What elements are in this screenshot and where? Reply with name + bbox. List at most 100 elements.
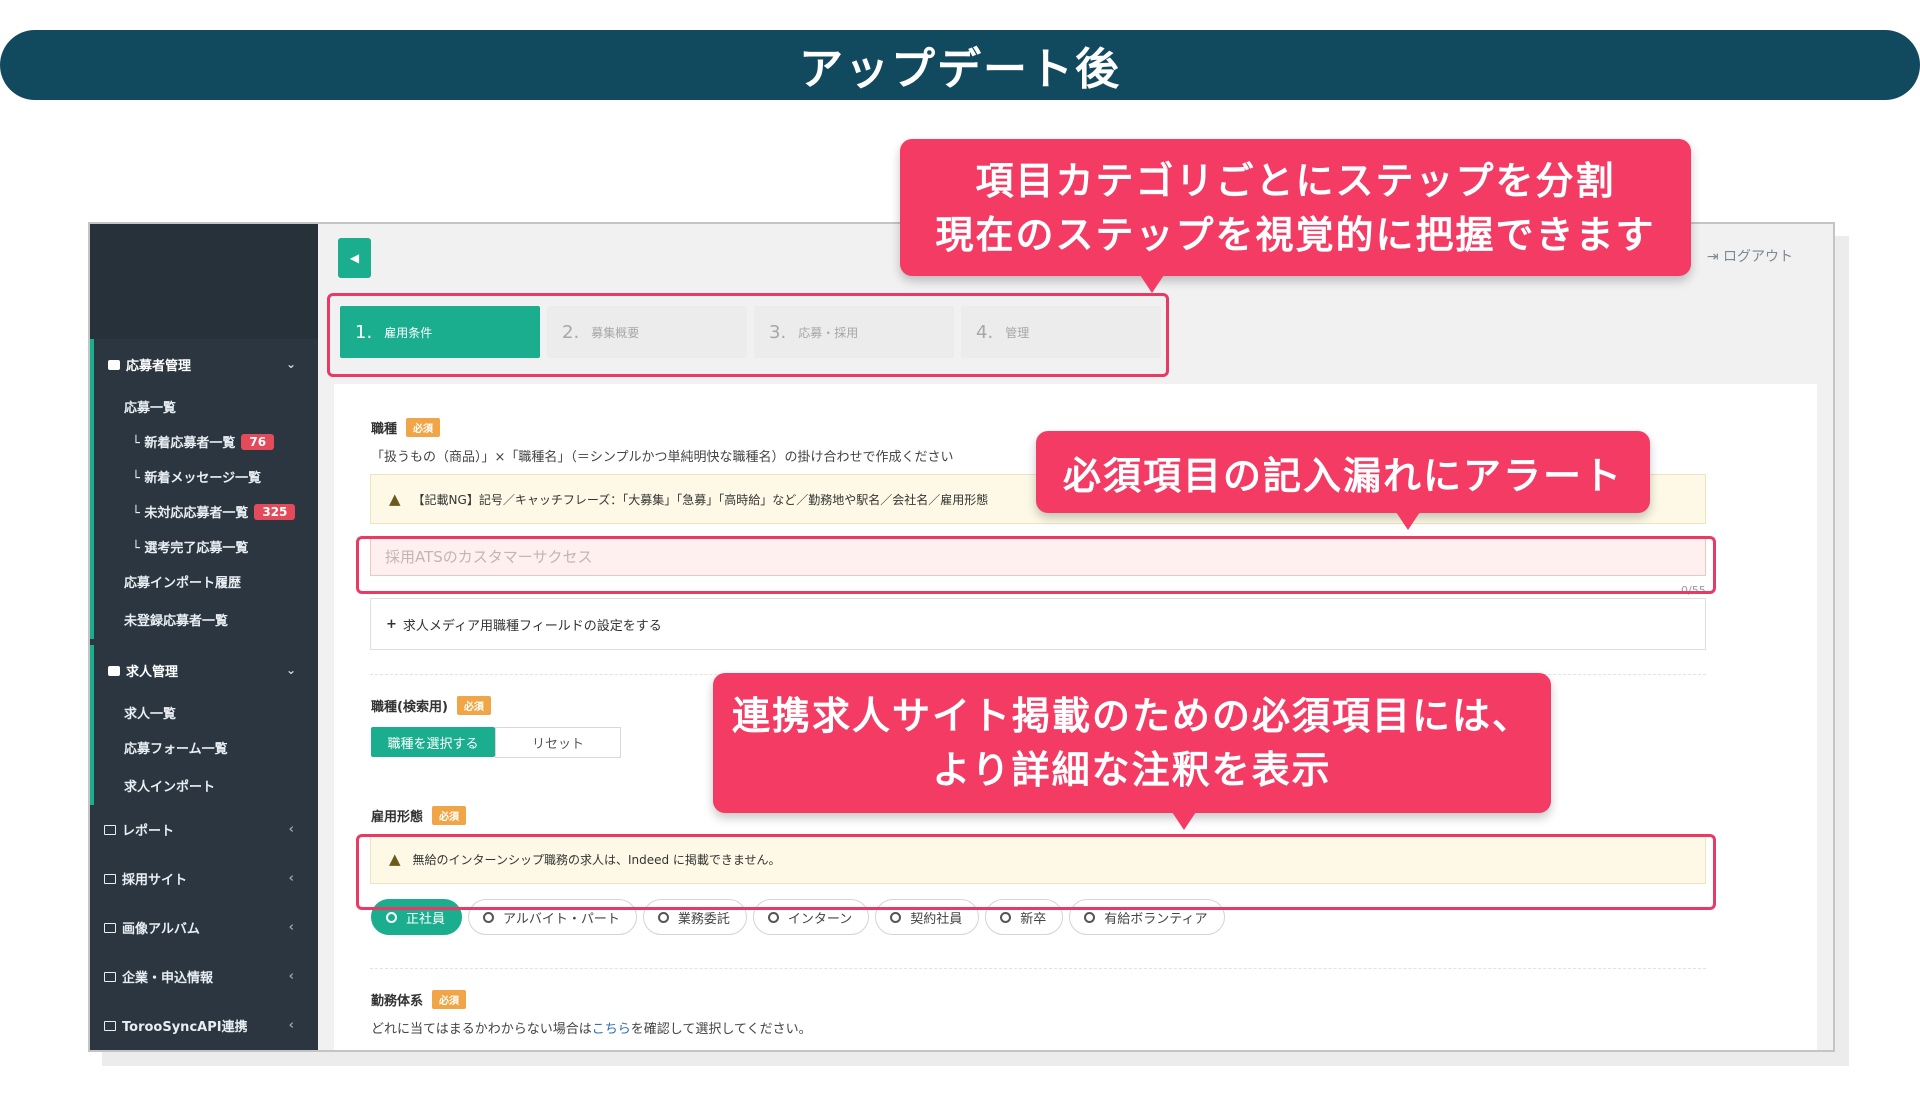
field-label-employment: 雇用形態 必須 (371, 806, 467, 825)
chevron-left-icon: ‹ (288, 920, 294, 935)
radio-circle-icon (767, 911, 779, 923)
image-icon (104, 923, 116, 933)
sidebar-item-form-list[interactable]: 応募フォーム一覧 (94, 730, 318, 765)
radio-label: 新卒 (1020, 911, 1047, 927)
select-job-button[interactable]: 職種を選択する (371, 727, 495, 757)
logout-link[interactable]: ⇥ ログアウト (1707, 246, 1793, 266)
chevron-left-icon: ‹ (288, 822, 294, 837)
callout-tail (1140, 275, 1164, 293)
sidebar-link-image-album[interactable]: 画像アルバム ‹ (90, 903, 318, 952)
banner-title: アップデート後 (799, 44, 1121, 95)
sidebar-item-selection-done[interactable]: └ 選考完了応募一覧 (94, 529, 318, 564)
building-icon (104, 972, 116, 982)
sidebar-item-job-list[interactable]: 求人一覧 (94, 695, 318, 730)
radio-label: 正社員 (406, 911, 446, 927)
sidebar-item-unregistered[interactable]: 未登録応募者一覧 (94, 599, 318, 639)
radio-circle-icon (890, 911, 902, 923)
label-text: 職種 (371, 422, 398, 437)
sidebar-item-applications[interactable]: 応募一覧 (94, 389, 318, 424)
bar-chart-icon (104, 825, 116, 835)
chevron-down-icon: ⌄ (285, 663, 296, 677)
chevron-down-icon: ⌄ (285, 357, 296, 371)
sidebar-item-unhandled[interactable]: └ 未対応応募者一覧 325 (94, 494, 318, 529)
radio-circle-icon (483, 911, 495, 923)
highlight-input (356, 536, 1716, 594)
sidebar-link-label: レポート (122, 824, 175, 839)
warning-icon: ▲ (389, 490, 401, 508)
required-badge: 必須 (432, 990, 467, 1009)
sidebar-item-label: 応募フォーム一覧 (124, 742, 228, 757)
sidebar-item-label: 求人インポート (124, 779, 216, 795)
sidebar-item-label: └ 新着メッセージ一覧 (132, 471, 262, 486)
sidebar-item-label: 応募インポート履歴 (124, 576, 242, 591)
monitor-icon (104, 874, 116, 884)
callout-text: より詳細な注釈を表示 (932, 748, 1332, 792)
sidebar-group-header-jobs[interactable]: 求人管理 ⌄ (94, 645, 318, 695)
caret-left-icon: ◀ (349, 251, 360, 265)
sidebar-item-job-import[interactable]: 求人インポート (94, 765, 318, 805)
count-badge: 76 (241, 433, 275, 450)
sidebar-group-jobs: 求人管理 ⌄ 求人一覧 応募フォーム一覧 求人インポート (90, 645, 318, 805)
sidebar-item-label: 求人一覧 (124, 707, 177, 722)
help-text: どれに当てはまるかわからない場合は (371, 1022, 592, 1037)
callout-steps: 項目カテゴリごとにステップを分割 現在のステップを視覚的に把握できます (900, 139, 1691, 276)
label-text: 職種(検索用) (371, 700, 448, 715)
required-badge: 必須 (406, 418, 441, 437)
callout-tail (1172, 812, 1196, 830)
callout-text: 項目カテゴリごとにステップを分割 (975, 158, 1616, 203)
sidebar-link-label: 採用サイト (122, 873, 188, 888)
chevron-left-icon: ‹ (288, 1018, 294, 1033)
callout-text: 現在のステップを視覚的に把握できます (935, 212, 1656, 257)
sidebar-logo-area (90, 224, 318, 339)
radio-circle-icon (657, 911, 669, 923)
callout-tail (1396, 512, 1420, 530)
sidebar-link-report[interactable]: レポート ‹ (90, 805, 318, 854)
field-label-work-system: 勤務体系 必須 (371, 990, 467, 1009)
radio-circle-icon (1000, 911, 1012, 923)
media-field-toggle[interactable]: + 求人メディア用職種フィールドの設定をする (370, 598, 1706, 650)
sidebar-group-applicants: 応募者管理 ⌄ 応募一覧 └ 新着応募者一覧 76 └ 新着メッセージ一覧 └ 未… (90, 339, 318, 639)
radio-circle-icon (1084, 911, 1096, 923)
help-text-work-system: どれに当てはまるかわからない場合はこちらを確認して選択してください。 (371, 1018, 812, 1037)
sidebar-group-header-applicants[interactable]: 応募者管理 ⌄ (94, 339, 318, 389)
help-link[interactable]: こちら (592, 1022, 631, 1037)
field-label-job-type: 職種 必須 (371, 418, 441, 437)
sidebar-item-label: └ 新着応募者一覧 (132, 436, 236, 451)
plus-icon: + (386, 616, 397, 632)
sidebar-item-new-messages[interactable]: └ 新着メッセージ一覧 (94, 459, 318, 494)
radio-label: アルバイト・パート (503, 911, 620, 927)
help-text: を確認して選択してください。 (630, 1022, 812, 1037)
sidebar-item-import-history[interactable]: 応募インポート履歴 (94, 564, 318, 599)
users-icon (108, 359, 120, 370)
radio-label: 有給ボランティア (1104, 911, 1208, 927)
sidebar-item-new-applicants[interactable]: └ 新着応募者一覧 76 (94, 424, 318, 459)
sidebar-link-label: 企業・申込情報 (122, 971, 214, 986)
callout-alert: 必須項目の記入漏れにアラート (1036, 431, 1650, 513)
radio-circle-icon (386, 911, 397, 923)
highlight-steps (327, 293, 1169, 377)
sidebar: 応募者管理 ⌄ 応募一覧 └ 新着応募者一覧 76 └ 新着メッセージ一覧 └ 未… (90, 224, 318, 1050)
sidebar-item-label: └ 未対応応募者一覧 (132, 506, 249, 521)
required-badge: 必須 (432, 806, 467, 825)
label-text: 勤務体系 (371, 994, 424, 1009)
sidebar-item-label: └ 選考完了応募一覧 (132, 541, 249, 556)
sidebar-group-title: 応募者管理 (126, 358, 192, 374)
sidebar-item-label: 未登録応募者一覧 (124, 613, 229, 629)
reset-button[interactable]: リセット (495, 727, 621, 758)
id-card-icon (108, 665, 120, 676)
sidebar-toggle-button[interactable]: ◀ (338, 238, 371, 278)
radio-label: インターン (787, 911, 853, 927)
header-banner: アップデート後 (0, 30, 1920, 100)
divider (370, 968, 1706, 969)
media-field-label: 求人メディア用職種フィールドの設定をする (402, 618, 662, 634)
sidebar-link-api[interactable]: TorooSyncAPI連携 ‹ (90, 1001, 318, 1050)
radio-label: 契約社員 (910, 911, 963, 927)
count-badge: 325 (254, 503, 296, 520)
label-text: 雇用形態 (371, 810, 424, 825)
sidebar-link-company[interactable]: 企業・申込情報 ‹ (90, 952, 318, 1001)
required-badge: 必須 (456, 696, 491, 715)
logout-icon: ⇥ (1706, 249, 1723, 265)
logout-label: ログアウト (1723, 249, 1793, 265)
chevron-left-icon: ‹ (288, 969, 294, 984)
sidebar-link-recruit-site[interactable]: 採用サイト ‹ (90, 854, 318, 903)
